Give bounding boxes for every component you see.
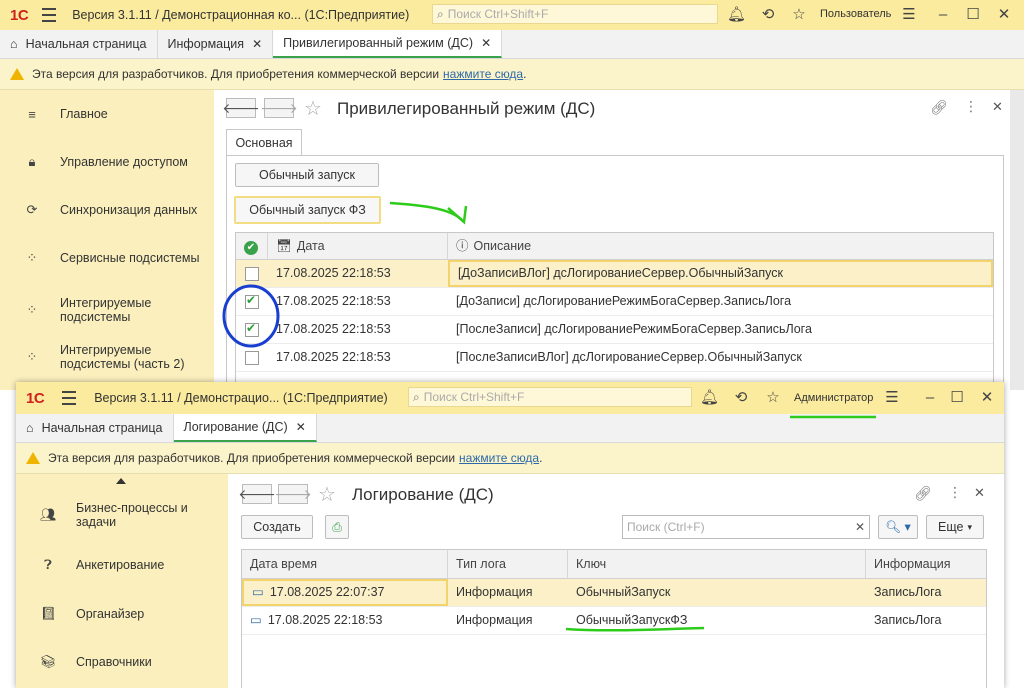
green-underline-key <box>565 626 705 632</box>
blue-circle-annotation <box>222 284 280 348</box>
annotation-overlay-bottom <box>565 415 876 632</box>
annotation-overlay-top <box>222 201 468 348</box>
